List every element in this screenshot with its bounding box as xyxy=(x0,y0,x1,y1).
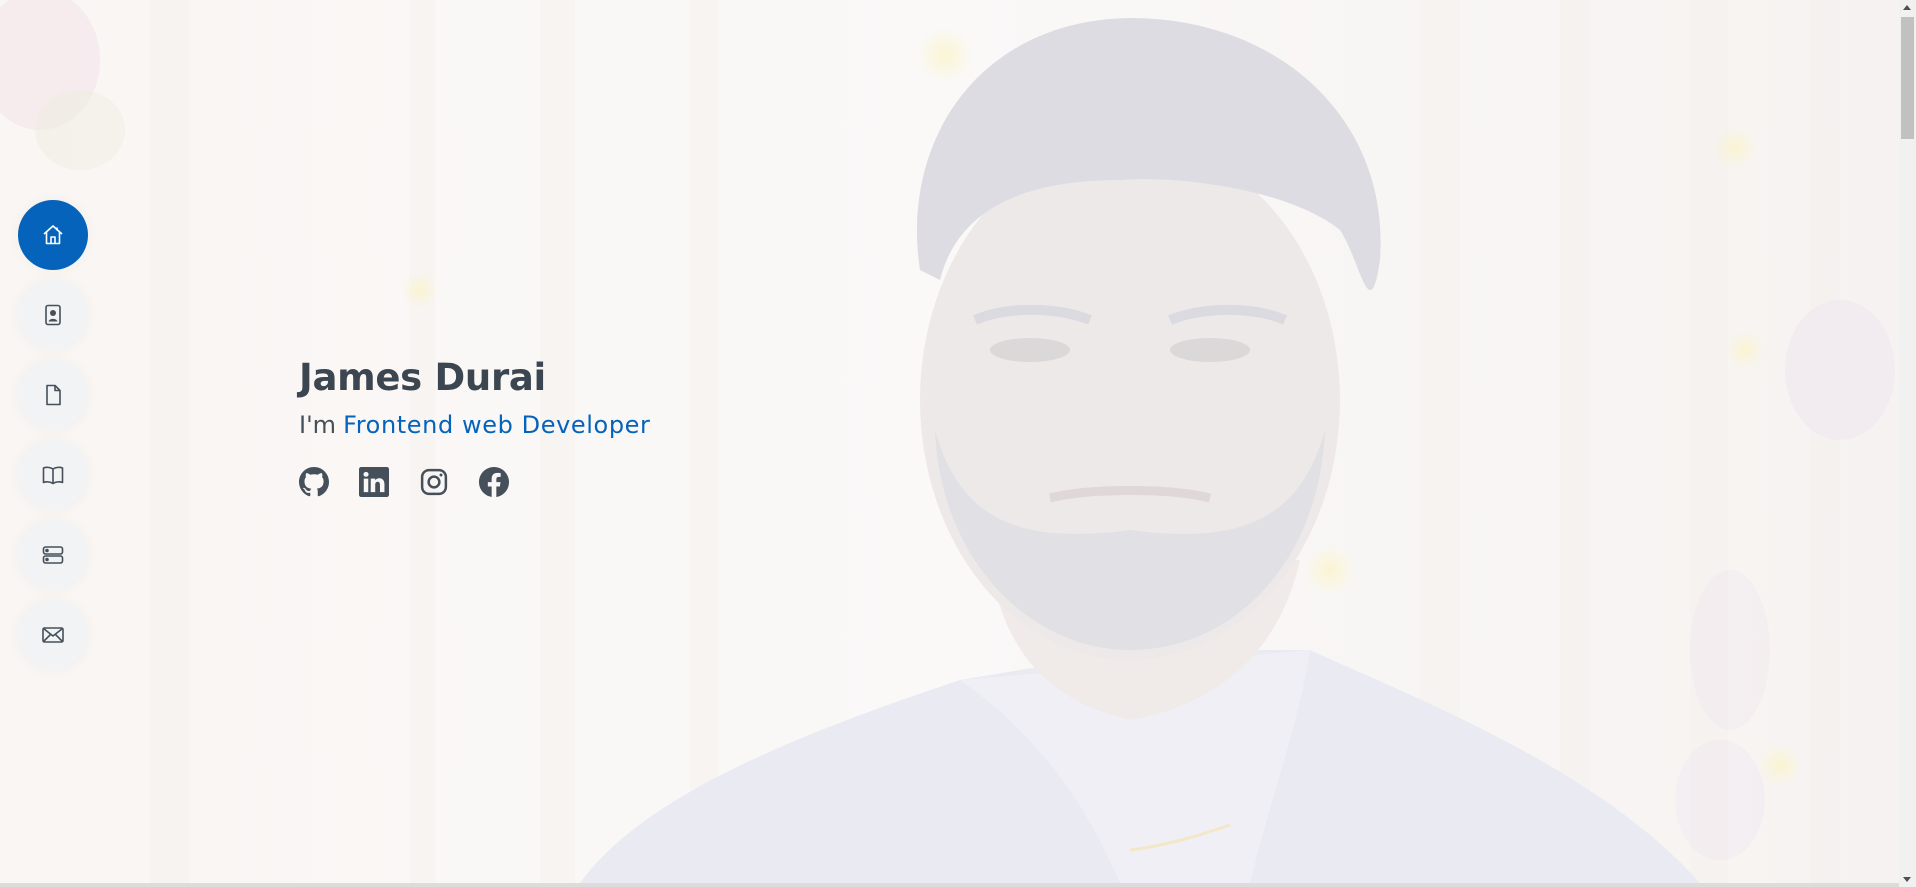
vertical-scrollbar[interactable] xyxy=(1899,0,1916,887)
hero-section: James Durai I'm Frontend web Developer xyxy=(0,0,1899,883)
envelope-icon xyxy=(42,627,64,643)
hero-role: I'm Frontend web Developer xyxy=(299,411,651,439)
instagram-link[interactable] xyxy=(419,467,449,497)
nav-resume-button[interactable] xyxy=(18,360,88,430)
linkedin-icon xyxy=(359,467,389,497)
nav-about-button[interactable] xyxy=(18,280,88,350)
facebook-link[interactable] xyxy=(479,467,509,497)
github-link[interactable] xyxy=(299,467,329,497)
role-prefix: I'm xyxy=(299,411,337,439)
instagram-icon xyxy=(420,468,448,496)
background-overlay xyxy=(0,0,1899,883)
house-icon xyxy=(43,225,63,245)
file-icon xyxy=(46,384,61,406)
book-icon xyxy=(42,466,64,485)
github-icon xyxy=(299,467,329,497)
hero-name: James Durai xyxy=(299,356,546,399)
scroll-up-arrow-icon[interactable] xyxy=(1903,5,1911,10)
scroll-down-arrow-icon[interactable] xyxy=(1903,877,1911,882)
server-icon xyxy=(42,546,64,564)
social-links xyxy=(299,467,651,497)
nav-portfolio-button[interactable] xyxy=(18,440,88,510)
linkedin-link[interactable] xyxy=(359,467,389,497)
hero-content: James Durai I'm Frontend web Developer xyxy=(299,356,651,497)
person-badge-icon xyxy=(45,304,61,326)
side-nav xyxy=(18,200,88,670)
nav-services-button[interactable] xyxy=(18,520,88,590)
role-typed-text: Frontend web Developer xyxy=(343,411,651,439)
nav-home-button[interactable] xyxy=(18,200,88,270)
facebook-icon xyxy=(479,467,509,497)
horizontal-scrollbar xyxy=(0,883,1899,887)
scrollbar-thumb[interactable] xyxy=(1901,17,1914,139)
nav-contact-button[interactable] xyxy=(18,600,88,670)
